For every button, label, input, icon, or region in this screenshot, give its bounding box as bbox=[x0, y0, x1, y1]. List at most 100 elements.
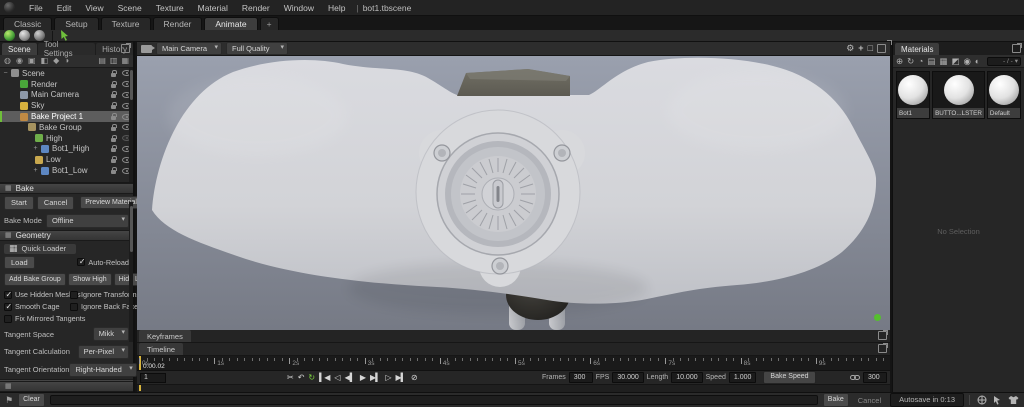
delete-icon[interactable]: ▦ bbox=[121, 57, 129, 65]
log-filter-icon[interactable]: ⚑ bbox=[5, 396, 13, 405]
bake-cancel-button[interactable]: Cancel bbox=[37, 196, 74, 210]
quality-dropdown[interactable]: Full Quality bbox=[226, 42, 288, 56]
menu-item[interactable]: Texture bbox=[149, 3, 191, 13]
tree-row[interactable]: Sky bbox=[0, 100, 133, 111]
load-button[interactable]: Load bbox=[4, 256, 35, 270]
viewport-popout-icon[interactable] bbox=[877, 44, 886, 53]
new-folder-icon[interactable]: ▤ bbox=[98, 57, 106, 65]
panel-tab[interactable]: Scene bbox=[2, 43, 37, 55]
log-strip[interactable] bbox=[50, 395, 818, 405]
tangent-calculation-dropdown[interactable]: Per-Pixel bbox=[78, 345, 129, 359]
tree-row[interactable]: Low bbox=[0, 154, 133, 165]
menu-item[interactable]: Material bbox=[191, 3, 235, 13]
menu-item[interactable]: Help bbox=[321, 3, 352, 13]
tree-expander[interactable]: − bbox=[3, 70, 8, 77]
next-section-header[interactable]: ▦ bbox=[0, 381, 133, 392]
menu-item[interactable]: Window bbox=[277, 3, 321, 13]
lock-icon[interactable] bbox=[111, 81, 117, 88]
tree-expander[interactable]: + bbox=[33, 167, 38, 174]
tangent-space-dropdown[interactable]: Mikk bbox=[93, 327, 129, 341]
instance-material-icon[interactable]: ◔ bbox=[918, 57, 923, 66]
geometry-section-header[interactable]: ▦ Geometry bbox=[0, 230, 133, 241]
return-button[interactable]: ↶ bbox=[298, 374, 304, 382]
layout-tab[interactable]: Setup bbox=[54, 17, 98, 30]
lock-icon[interactable] bbox=[111, 102, 117, 109]
tree-scrollbar[interactable] bbox=[129, 68, 133, 182]
material-tile[interactable]: Bot1 bbox=[896, 71, 930, 119]
add-shadow-icon[interactable]: ◆ bbox=[53, 57, 59, 65]
viewport-move-icon[interactable]: + bbox=[858, 44, 863, 53]
tshirt-icon[interactable] bbox=[1008, 395, 1019, 405]
clear-material-icon[interactable]: ◐ bbox=[975, 57, 980, 66]
add-layout-tab-button[interactable]: + bbox=[260, 17, 279, 30]
panel-tab[interactable]: Tool Settings bbox=[38, 43, 95, 55]
ignore-back-faces-checkbox[interactable] bbox=[70, 303, 78, 311]
assign-material-icon[interactable]: ◉ bbox=[963, 57, 970, 66]
tree-row[interactable]: Render bbox=[0, 79, 133, 90]
viewport-frame-icon[interactable]: □ bbox=[868, 44, 873, 53]
skip-to-end-button[interactable]: ▶▍ bbox=[396, 374, 406, 382]
skip-to-start-button[interactable]: ▍◀ bbox=[319, 374, 329, 382]
viewport-settings-gear-icon[interactable]: ⚙ bbox=[846, 44, 854, 53]
loop-button[interactable]: ↻ bbox=[308, 374, 314, 382]
material-tile[interactable]: Default bbox=[987, 71, 1021, 119]
viewport-3d[interactable] bbox=[137, 56, 890, 330]
menu-item[interactable]: File bbox=[22, 3, 50, 13]
ignore-transforms-checkbox[interactable] bbox=[70, 291, 78, 299]
play-button[interactable]: ▶ bbox=[360, 374, 365, 382]
add-light-icon[interactable]: ◉ bbox=[16, 57, 23, 65]
panel-scrollbar[interactable] bbox=[129, 202, 133, 342]
keyframes-tab[interactable]: Keyframes bbox=[139, 330, 191, 342]
bake-section-header[interactable]: ▦ Bake bbox=[0, 183, 133, 194]
step-back-button[interactable]: ◀▍ bbox=[345, 374, 355, 382]
bake-mode-dropdown[interactable]: Offline bbox=[46, 214, 129, 228]
end-frame-field[interactable]: 300 bbox=[863, 372, 887, 384]
lock-icon[interactable] bbox=[111, 124, 117, 131]
lock-icon[interactable] bbox=[111, 167, 117, 174]
timeline-ruler[interactable]: 0:00.02 0s1s2s3s4s5s6s7s8s9s bbox=[137, 356, 890, 371]
quick-loader-header[interactable]: ▦ Quick Loader bbox=[4, 244, 76, 254]
step-forward-button[interactable]: ▶▍ bbox=[370, 374, 380, 382]
tree-row[interactable]: High bbox=[0, 133, 133, 144]
lock-icon[interactable] bbox=[111, 145, 117, 152]
add-fog-icon[interactable]: ◑ bbox=[64, 57, 69, 65]
current-frame-field[interactable]: 1 bbox=[140, 373, 166, 383]
camera-dropdown[interactable]: Main Camera bbox=[156, 42, 222, 56]
tree-row[interactable]: Main Camera bbox=[0, 90, 133, 101]
tree-row[interactable]: + Bot1_Low bbox=[0, 165, 133, 176]
auto-reload-checkbox[interactable] bbox=[77, 258, 85, 266]
show-high-button[interactable]: Show High bbox=[68, 273, 112, 286]
add-object-icon[interactable]: ◍ bbox=[4, 57, 11, 65]
tree-row[interactable]: Bake Project 1 bbox=[0, 111, 133, 122]
render-sphere-toggle[interactable] bbox=[4, 30, 15, 41]
status-cancel-button[interactable]: Cancel bbox=[854, 396, 885, 405]
layout-tab[interactable]: Animate bbox=[204, 17, 257, 30]
link-icon[interactable] bbox=[850, 374, 860, 381]
material-sphere-toggle[interactable] bbox=[19, 30, 30, 41]
add-bake-group-button[interactable]: Add Bake Group bbox=[4, 273, 66, 286]
menu-item[interactable]: Edit bbox=[50, 3, 79, 13]
fps-field[interactable]: 30.000 bbox=[612, 372, 643, 384]
lock-icon[interactable] bbox=[111, 156, 117, 163]
clear-log-button[interactable]: Clear bbox=[18, 393, 45, 406]
viewer-sphere-icon[interactable] bbox=[977, 395, 987, 405]
keyframes-popout-icon[interactable] bbox=[878, 331, 887, 340]
material-filter-field[interactable]: - / -▾ bbox=[987, 57, 1021, 66]
pick-material-icon[interactable]: ◩ bbox=[951, 57, 959, 66]
layout-tab[interactable]: Texture bbox=[101, 17, 151, 30]
viewport-status-dot[interactable] bbox=[874, 314, 881, 321]
lock-icon[interactable] bbox=[111, 113, 117, 120]
menu-item[interactable]: Render bbox=[235, 3, 277, 13]
tree-row[interactable]: − Scene bbox=[0, 68, 133, 79]
trim-button[interactable]: ✂ bbox=[287, 374, 293, 382]
frames-field[interactable]: 300 bbox=[569, 372, 593, 384]
layout-tab[interactable]: Render bbox=[153, 17, 203, 30]
delete-material-icon[interactable]: ▦ bbox=[939, 57, 947, 66]
timeline-tab[interactable]: Timeline bbox=[139, 343, 183, 355]
menu-item[interactable]: Scene bbox=[111, 3, 149, 13]
load-material-icon[interactable]: ▤ bbox=[927, 57, 935, 66]
use-hidden-meshes-checkbox[interactable] bbox=[4, 291, 12, 299]
new-material-icon[interactable]: ⊕ bbox=[896, 57, 903, 66]
duplicate-icon[interactable]: ▥ bbox=[110, 57, 118, 65]
lock-icon[interactable] bbox=[111, 70, 117, 77]
